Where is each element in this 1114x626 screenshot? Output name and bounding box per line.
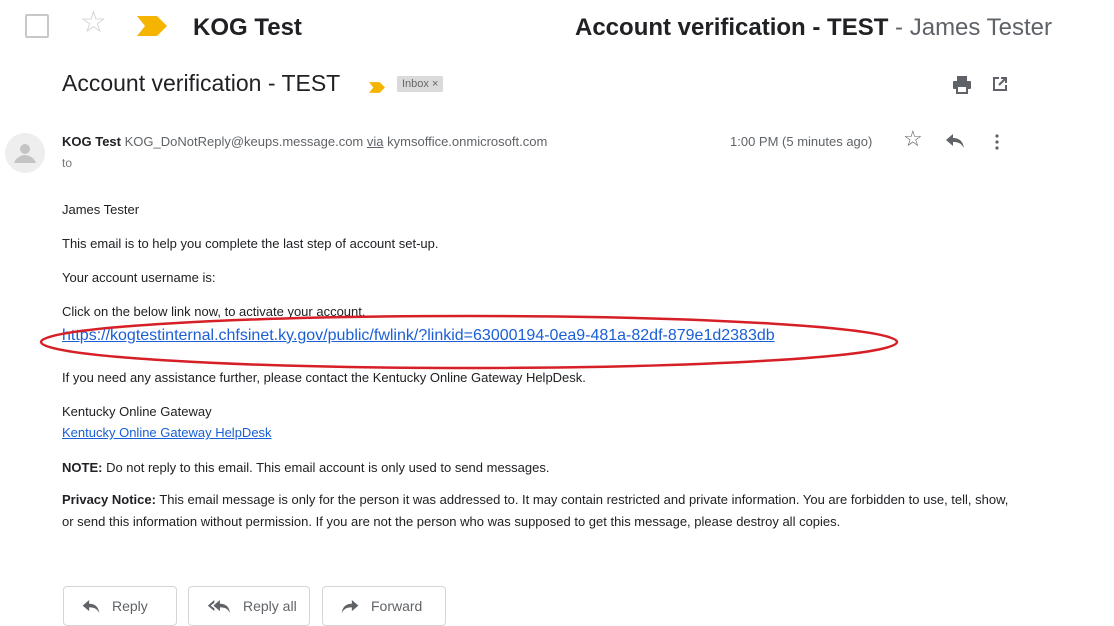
importance-marker-icon[interactable] [137,16,167,41]
org-name: Kentucky Online Gateway [62,404,212,419]
reply-button[interactable]: Reply [63,586,177,626]
sender-line: KOG Test KOG_DoNotReply@keups.message.co… [62,134,547,149]
privacy-text: This email message is only for the perso… [62,492,1009,529]
helpdesk-link[interactable]: Kentucky Online Gateway HelpDesk [62,425,272,440]
sender-avatar[interactable] [5,133,45,173]
list-separator: - [895,14,904,41]
via-link[interactable]: via [367,134,384,149]
greeting: James Tester [62,202,140,217]
more-vert-icon[interactable] [995,134,999,155]
body-line-2: Your account username is: [62,270,216,285]
body-line-4: If you need any assistance further, plea… [62,370,586,385]
message-subject: Account verification - TEST [62,70,341,96]
list-recipient: James Tester [909,14,1052,41]
importance-marker-small-icon[interactable] [369,80,385,98]
list-sender[interactable]: KOG Test [193,14,302,42]
red-annotation-ellipse [39,314,899,370]
sender-email: KOG_DoNotReply@keups.message.com [124,134,364,149]
reply-all-label: Reply all [243,598,297,614]
reply-icon[interactable] [946,134,964,153]
open-in-new-window-icon[interactable] [992,76,1008,97]
inbox-label-chip[interactable]: Inbox × [397,76,444,92]
message-time: 1:00 PM (5 minutes ago) [730,134,873,149]
note-label: NOTE: [62,460,103,475]
forward-button[interactable]: Forward [322,586,446,626]
list-subject[interactable]: Account verification - TEST - James Test… [575,14,1052,42]
note: NOTE: Do not reply to this email. This e… [62,460,550,475]
default-avatar-icon [14,144,36,163]
message-star-icon[interactable]: ☆ [903,128,923,150]
note-text: Do not reply to this email. This email a… [102,460,550,475]
reply-icon [82,599,100,613]
reply-all-icon [207,599,231,613]
reply-label: Reply [112,598,148,614]
forward-icon [341,599,359,613]
privacy-notice: Privacy Notice: This email message is on… [62,489,1022,533]
reply-all-button[interactable]: Reply all [188,586,310,626]
forward-label: Forward [371,598,423,614]
via-domain: kymsoffice.onmicrosoft.com [387,134,548,149]
list-subject-text: Account verification - TEST [575,14,889,41]
star-icon[interactable]: ☆ [80,8,107,38]
to-recipients[interactable]: to [62,156,72,170]
body-line-1: This email is to help you complete the l… [62,236,439,251]
privacy-label: Privacy Notice: [62,492,156,507]
print-icon[interactable] [952,76,972,99]
sender-name[interactable]: KOG Test [62,134,121,149]
select-checkbox-icon[interactable] [25,14,49,38]
